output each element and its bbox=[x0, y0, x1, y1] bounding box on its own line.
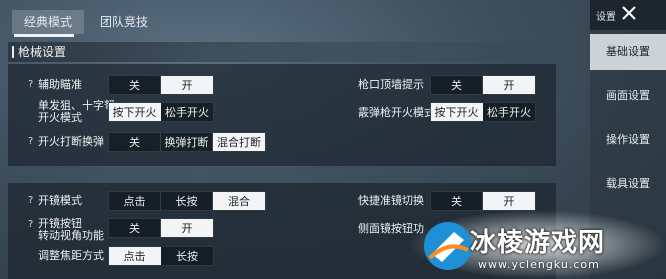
close-icon[interactable] bbox=[622, 4, 636, 22]
tab-team-deathmatch[interactable]: 团队竞技 bbox=[88, 10, 160, 34]
sidebar-header-title: 设置 bbox=[596, 12, 616, 23]
help-icon[interactable]: ? bbox=[28, 216, 33, 234]
active-tab-indicator bbox=[14, 34, 74, 37]
section-title: 枪械设置 bbox=[18, 45, 67, 59]
shotgun-fire-mode-toggle: 按下开火 松手开火 bbox=[430, 102, 536, 122]
quick-scope-switch-toggle: 关 开 bbox=[430, 191, 536, 211]
muzzle-hint-on[interactable]: 开 bbox=[483, 76, 535, 94]
aim-assist-off[interactable]: 关 bbox=[109, 76, 161, 94]
aim-assist-label: 辅助瞄准 bbox=[38, 78, 82, 91]
scope-mode-tap[interactable]: 点击 bbox=[109, 192, 161, 210]
section-header: 枪械设置 bbox=[8, 42, 556, 62]
aim-assist-on[interactable]: 开 bbox=[161, 76, 213, 94]
aim-assist-toggle: 关 开 bbox=[108, 75, 214, 95]
watermark-url: www.yclengku.com bbox=[478, 258, 600, 271]
quick-scope-on[interactable]: 开 bbox=[483, 192, 535, 210]
fire-interrupt-reload-toggle: 关 换弹打断 混合打断 bbox=[108, 132, 266, 152]
sidebar-item-graphics-settings[interactable]: 画面设置 bbox=[590, 78, 666, 114]
scope-button-rotate-toggle: 关 开 bbox=[108, 218, 214, 238]
tab-classic-mode[interactable]: 经典模式 bbox=[12, 10, 85, 34]
focus-adjust-toggle: 点击 长按 bbox=[108, 246, 214, 266]
shotgun-press-fire[interactable]: 按下开火 bbox=[431, 103, 483, 121]
muzzle-wall-hint-toggle: 关 开 bbox=[430, 75, 536, 95]
watermark-text: 冰棱游戏网 bbox=[470, 228, 606, 258]
quick-scope-off[interactable]: 关 bbox=[431, 192, 483, 210]
muzzle-wall-hint-label: 枪口顶墙提示 bbox=[358, 78, 424, 91]
focus-hold[interactable]: 长按 bbox=[161, 247, 213, 265]
fire-interrupt-reload-label: 开火打断换弹 bbox=[38, 135, 104, 148]
sidebar-item-vehicle-settings[interactable]: 载具设置 bbox=[590, 166, 666, 202]
section-accent-bar bbox=[12, 46, 14, 58]
help-icon[interactable]: ? bbox=[28, 76, 33, 94]
shotgun-release-fire[interactable]: 松手开火 bbox=[483, 103, 535, 121]
sniper-press-fire[interactable]: 按下开火 bbox=[109, 103, 161, 121]
sidebar-item-control-settings[interactable]: 操作设置 bbox=[590, 122, 666, 158]
focus-adjust-label: 调整焦距方式 bbox=[38, 249, 104, 262]
interrupt-reload[interactable]: 换弹打断 bbox=[161, 133, 213, 151]
sniper-fire-mode-label-line2: 开火模式 bbox=[38, 111, 82, 124]
scope-mode-toggle: 点击 长按 混合 bbox=[108, 191, 266, 211]
scope-rotate-off[interactable]: 关 bbox=[109, 219, 161, 237]
muzzle-hint-off[interactable]: 关 bbox=[431, 76, 483, 94]
scope-mode-label: 开镜模式 bbox=[38, 194, 82, 207]
scope-mode-mixed[interactable]: 混合 bbox=[213, 192, 265, 210]
sidebar-item-basic-settings[interactable]: 基础设置 bbox=[590, 34, 666, 70]
scope-button-rotate-label-line2: 转动视角功能 bbox=[38, 229, 104, 242]
shotgun-fire-mode-label: 霰弹枪开火模式 bbox=[358, 106, 435, 119]
scope-rotate-on[interactable]: 开 bbox=[161, 219, 213, 237]
scope-mode-hold[interactable]: 长按 bbox=[161, 192, 213, 210]
mode-tab-bar: 经典模式 团队竞技 bbox=[0, 0, 590, 38]
interrupt-off[interactable]: 关 bbox=[109, 133, 161, 151]
focus-tap[interactable]: 点击 bbox=[109, 247, 161, 265]
sniper-fire-mode-toggle: 按下开火 松手开火 bbox=[108, 102, 214, 122]
help-icon[interactable]: ? bbox=[28, 133, 33, 151]
help-icon[interactable]: ? bbox=[28, 192, 33, 210]
interrupt-mixed[interactable]: 混合打断 bbox=[213, 133, 265, 151]
quick-scope-switch-label: 快捷准镜切换 bbox=[358, 194, 424, 207]
sniper-release-fire[interactable]: 松手开火 bbox=[161, 103, 213, 121]
